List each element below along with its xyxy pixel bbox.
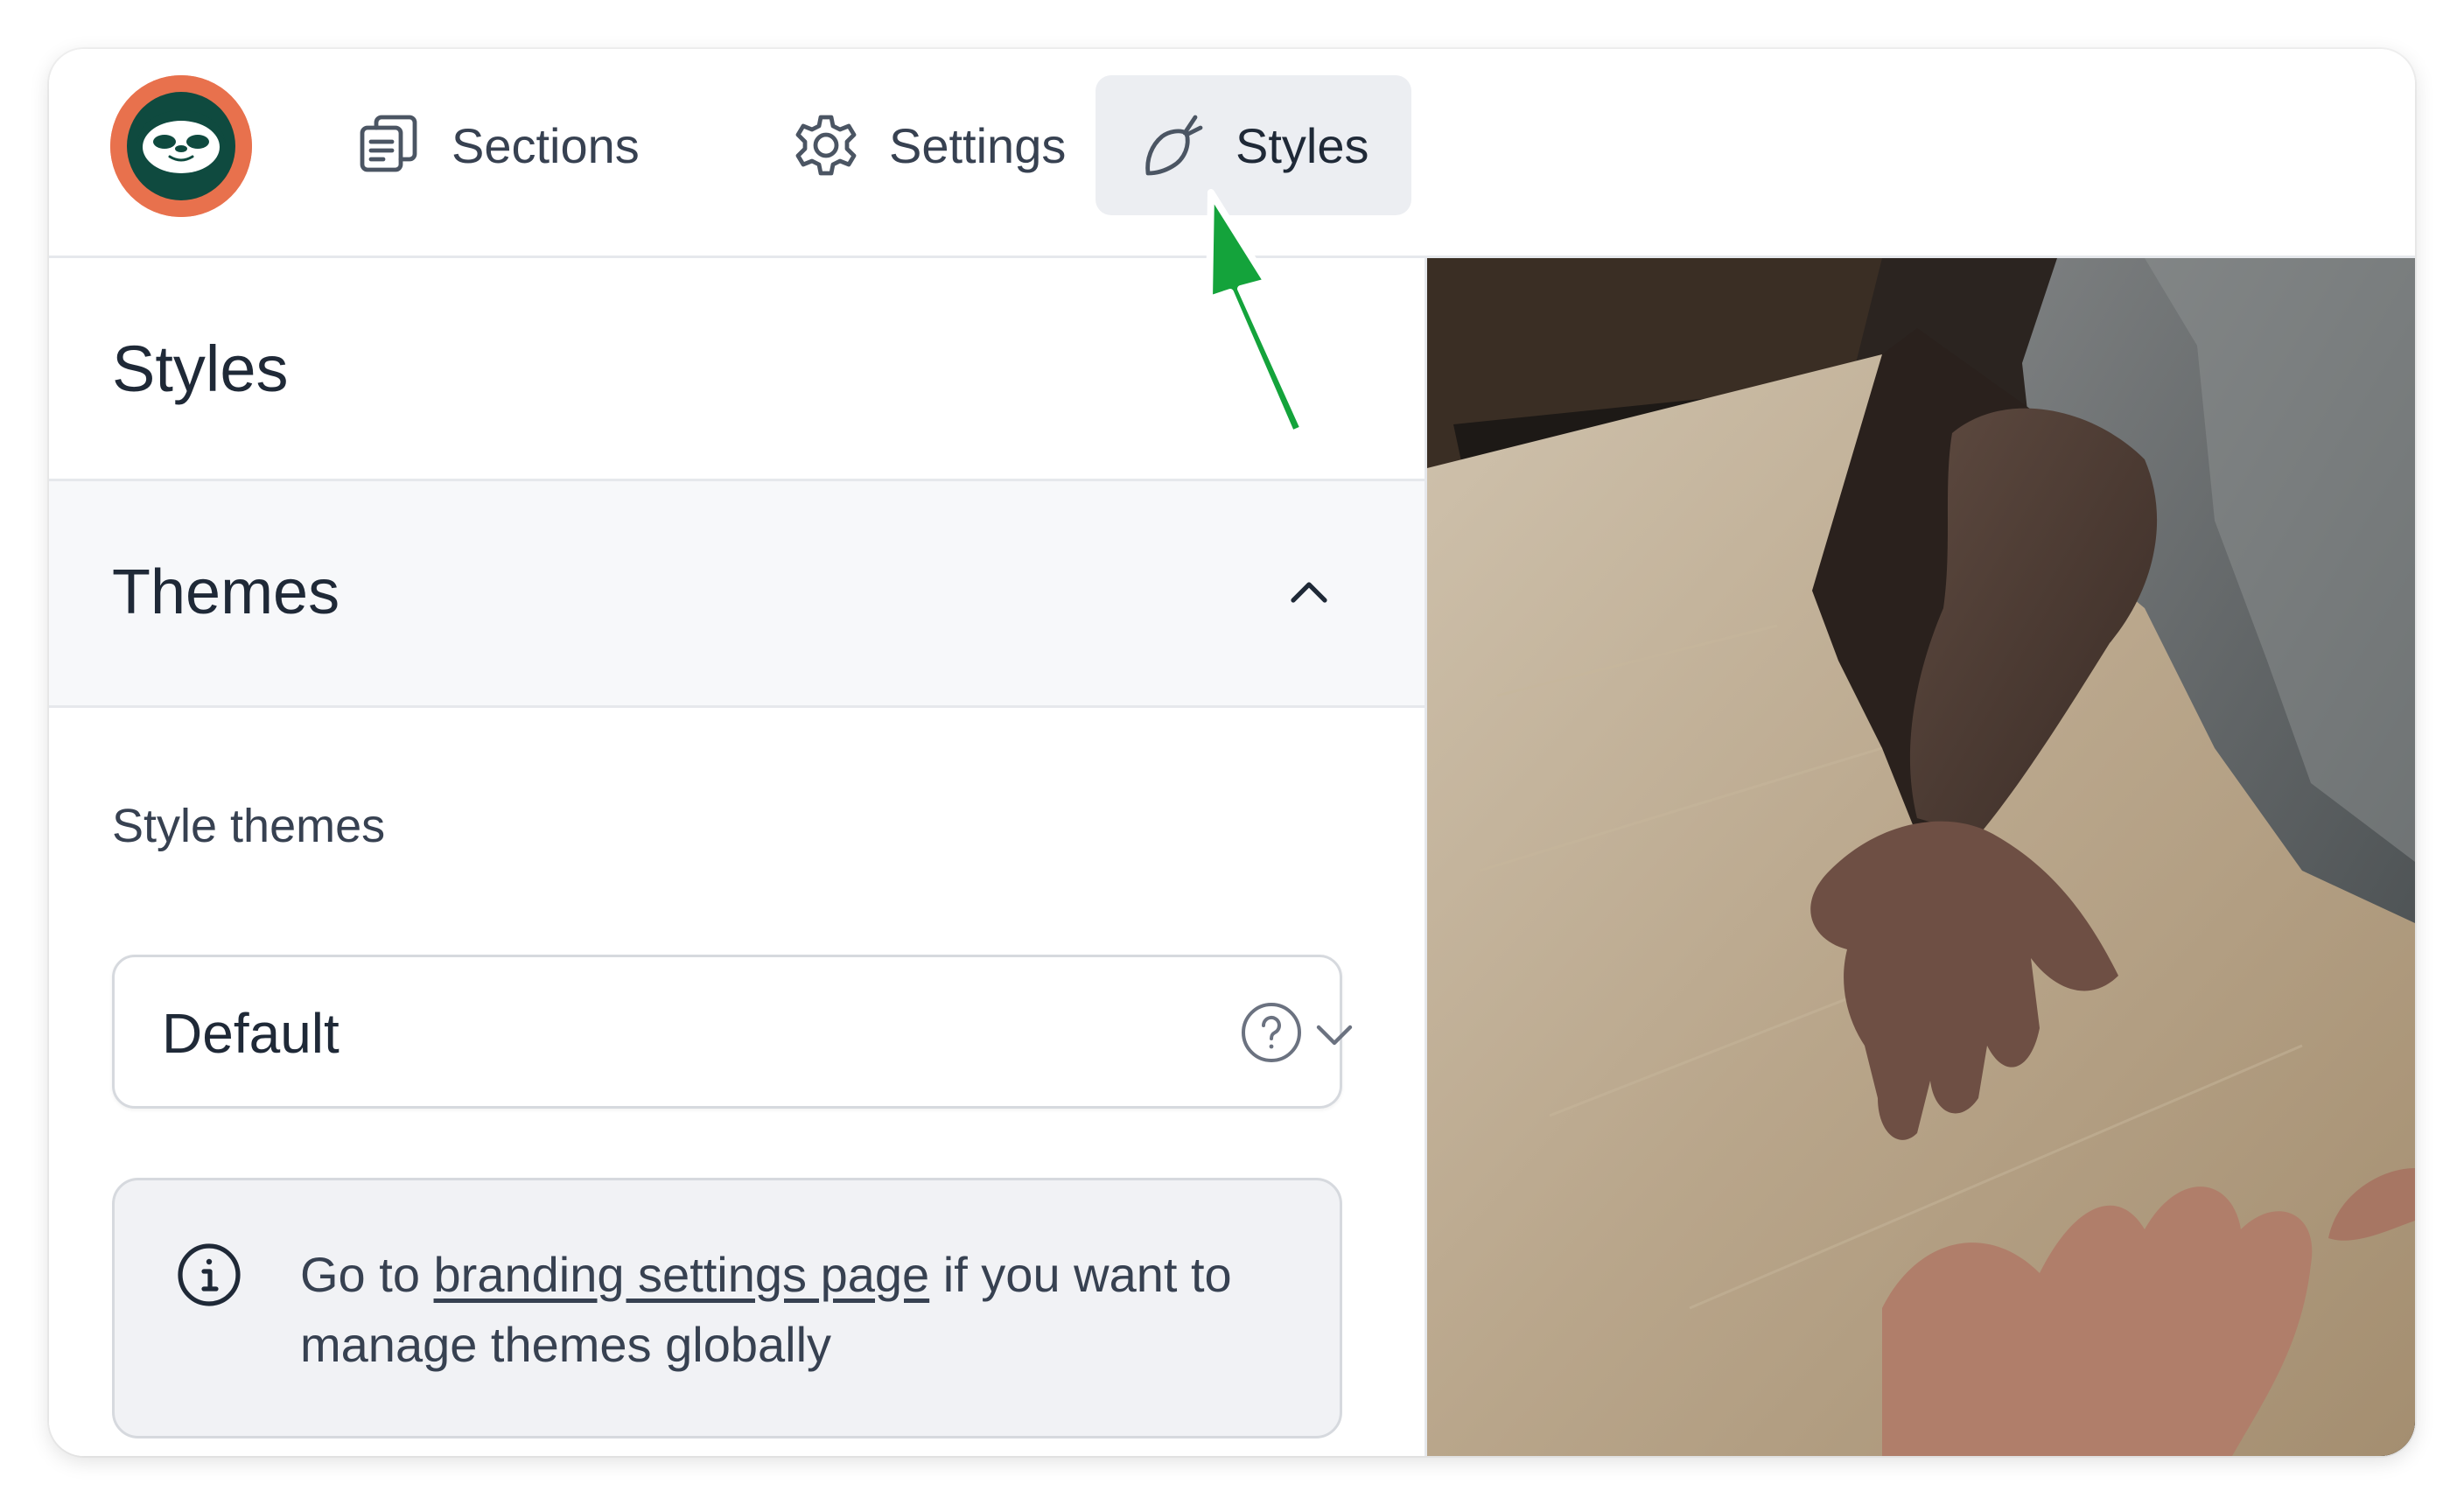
info-icon xyxy=(178,1243,241,1306)
chevron-up-icon xyxy=(1291,582,1327,603)
info-callout: Go to branding settings page if you want… xyxy=(112,1178,1342,1438)
info-text-before: Go to xyxy=(300,1247,434,1302)
style-theme-value: Default xyxy=(162,1002,340,1065)
tab-styles-label: Styles xyxy=(1236,117,1369,173)
preview-image xyxy=(1427,258,2415,1456)
tab-sections[interactable]: Sections xyxy=(312,75,682,215)
branding-settings-link[interactable]: branding settings page xyxy=(434,1247,930,1302)
style-themes-label: Style themes xyxy=(112,800,386,852)
themes-accordion-header[interactable]: Themes xyxy=(49,479,1424,708)
gear-icon xyxy=(795,115,857,176)
tab-settings[interactable]: Settings xyxy=(749,75,1108,215)
info-text: Go to branding settings page if you want… xyxy=(300,1240,1271,1380)
annotation-arrow xyxy=(1206,189,1307,438)
themes-title: Themes xyxy=(112,557,340,627)
brush-icon xyxy=(1145,115,1203,176)
style-theme-select[interactable]: Default xyxy=(112,955,1353,1109)
tab-sections-label: Sections xyxy=(452,117,640,173)
tab-settings-label: Settings xyxy=(889,117,1067,173)
sections-icon xyxy=(360,115,417,172)
chevron-down-icon xyxy=(1316,1025,1353,1046)
sloth-logo[interactable] xyxy=(110,75,252,217)
help-icon[interactable] xyxy=(1240,1001,1303,1064)
page-title: Styles xyxy=(112,332,289,405)
